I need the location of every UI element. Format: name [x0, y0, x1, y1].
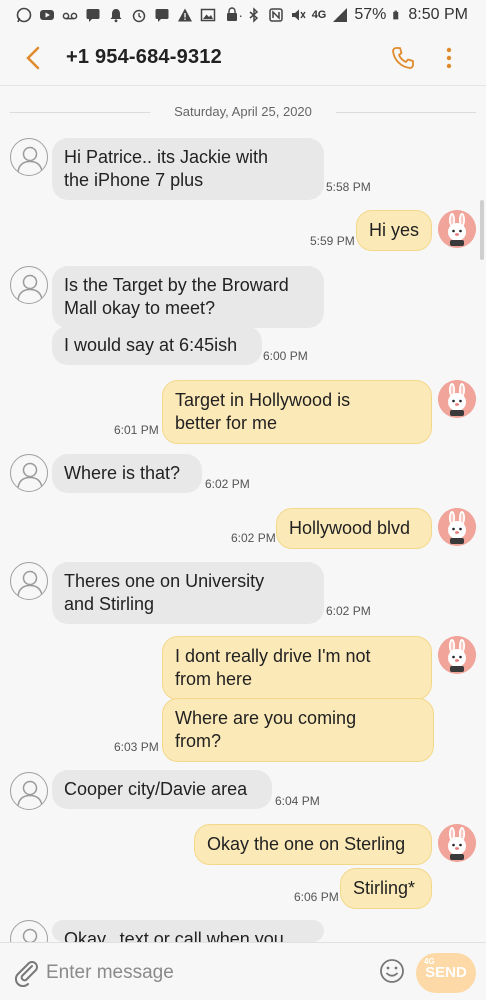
message-text-line: Is the Target by the Broward [64, 275, 289, 295]
contact-avatar-icon [17, 570, 43, 597]
more-options-icon[interactable] [440, 44, 458, 72]
message-timestamp: 5:58 PM [326, 180, 371, 194]
message-text-line: Hi yes [369, 220, 420, 240]
message-text-line: from? [175, 731, 222, 751]
message-input[interactable] [46, 957, 366, 989]
contact-avatar-icon [17, 462, 43, 489]
message-timestamp: 6:02 PM [231, 531, 276, 545]
contact-avatar-icon [17, 146, 43, 173]
message-text-line: I dont really drive I'm not [175, 646, 371, 666]
nfc-lock-icon [226, 7, 237, 21]
message-text-line: Hollywood blvd [289, 518, 411, 538]
outgoing-message-bubble[interactable]: Where are you coming from? [162, 698, 434, 762]
youtube-icon [40, 10, 54, 20]
bunny-avatar-icon [438, 636, 476, 674]
contact-title: +1 954-684-9312 [66, 46, 222, 68]
incoming-message-bubble[interactable]: Is the Target by the Broward Mall okay to… [52, 266, 324, 328]
message-text-line: Mall okay to meet? [64, 298, 216, 318]
message-timestamp: 6:02 PM [205, 477, 250, 491]
network-type-text: 4G [311, 9, 327, 21]
message-text-line: Theres one on University [64, 571, 265, 591]
incoming-message-bubble[interactable]: Cooper city/Davie area [52, 770, 272, 809]
message-icon [86, 9, 100, 22]
clock-time: 8:50 PM [408, 6, 468, 23]
conversation-header: +1 954-684-9312 [0, 32, 486, 86]
bunny-avatar-icon [438, 824, 476, 862]
signal-icon [333, 8, 348, 22]
message-timestamp: 6:03 PM [114, 740, 159, 754]
emoji-icon[interactable] [378, 957, 406, 985]
message-text-line: Cooper city/Davie area [64, 779, 248, 799]
contact-avatar[interactable] [10, 454, 48, 492]
my-avatar[interactable] [438, 380, 476, 418]
message-text-line: Where is that? [64, 463, 181, 483]
bunny-avatar-icon [438, 210, 476, 248]
message-text-line: I would say at 6:45ish [64, 335, 238, 355]
attach-icon[interactable] [12, 957, 40, 987]
message-text-line: and Stirling [64, 594, 155, 614]
incoming-message-bubble[interactable]: Okay...text or call when you [52, 920, 324, 942]
contact-avatar-icon [17, 780, 43, 807]
nfc-icon [268, 8, 283, 22]
send-network-badge: 4G [424, 957, 435, 966]
date-divider: Saturday, April 25, 2020 [10, 102, 476, 122]
my-avatar[interactable] [438, 824, 476, 862]
message-text-line: from here [175, 669, 253, 689]
outgoing-message-bubble[interactable]: Hollywood blvd [276, 508, 432, 549]
my-avatar[interactable] [438, 210, 476, 248]
contact-avatar[interactable] [10, 266, 48, 304]
divider-line-right [336, 112, 476, 113]
message-timestamp: 6:02 PM [326, 604, 371, 618]
message-text-line: Okay...text or call when you [64, 929, 284, 942]
my-avatar[interactable] [438, 636, 476, 674]
message-timestamp: 6:04 PM [275, 794, 320, 808]
bunny-avatar-icon [438, 508, 476, 546]
bluetooth-icon [249, 7, 258, 23]
send-button[interactable]: 4G SEND [416, 953, 476, 993]
outgoing-message-bubble[interactable]: Okay the one on Sterling [194, 824, 432, 865]
alarm-icon [132, 9, 146, 23]
message-timestamp: 5:59 PM [310, 234, 355, 248]
message-timestamp: 6:01 PM [114, 423, 159, 437]
battery-icon [393, 10, 399, 20]
bunny-avatar-icon [438, 380, 476, 418]
contact-avatar[interactable] [10, 562, 48, 600]
contact-avatar-icon [17, 274, 43, 301]
notification-icons: ··· [16, 7, 243, 23]
back-arrow-icon[interactable] [22, 44, 44, 72]
message-text-line: Where are you coming [175, 708, 357, 728]
scrollbar[interactable] [480, 200, 484, 260]
outgoing-message-bubble[interactable]: Stirling* [340, 868, 432, 909]
contact-avatar[interactable] [10, 772, 48, 810]
incoming-message-bubble[interactable]: I would say at 6:45ish [52, 326, 262, 365]
message-text-line: Target in Hollywood is [175, 390, 351, 410]
message-text-line: the iPhone 7 plus [64, 170, 204, 190]
mute-icon [291, 9, 306, 21]
outgoing-message-bubble[interactable]: Target in Hollywood is better for me [162, 380, 432, 444]
incoming-message-bubble[interactable]: Where is that? [52, 454, 202, 493]
whatsapp-icon [16, 7, 32, 23]
message-text-line: Hi Patrice.. its Jackie with [64, 147, 269, 167]
incoming-message-bubble[interactable]: Theres one on University and Stirling [52, 562, 324, 624]
message-text-line: Okay the one on Sterling [207, 834, 406, 854]
my-avatar[interactable] [438, 508, 476, 546]
battery-percent: 57% [354, 6, 387, 23]
incoming-message-bubble[interactable]: Hi Patrice.. its Jackie with the iPhone 7… [52, 138, 324, 200]
message-timestamp: 6:00 PM [263, 349, 308, 363]
system-icons: 4G 57% 8:50 PM [224, 6, 468, 24]
message-text-line: Stirling* [353, 878, 416, 898]
voicemail-icon [62, 12, 78, 20]
status-bar: ··· 4G 57% 8:50 PM [0, 0, 486, 32]
compose-bar: 4G SEND [0, 942, 486, 1000]
contact-avatar[interactable] [10, 138, 48, 176]
warning-icon [178, 8, 192, 22]
phone-call-icon[interactable] [390, 45, 416, 71]
bell-icon [110, 9, 122, 23]
message-icon-2 [155, 9, 169, 22]
message-text-line: better for me [175, 413, 278, 433]
gallery-icon [200, 8, 216, 22]
outgoing-message-bubble[interactable]: I dont really drive I'm not from here [162, 636, 432, 700]
message-timestamp: 6:06 PM [294, 890, 339, 904]
outgoing-message-bubble[interactable]: Hi yes [356, 210, 432, 251]
